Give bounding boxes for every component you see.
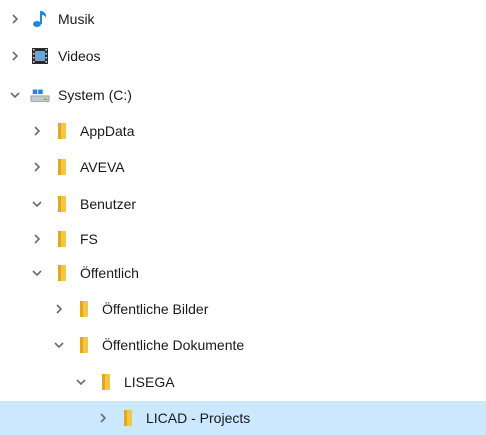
folder-icon	[96, 371, 116, 393]
chevron-right-icon[interactable]	[30, 232, 44, 246]
tree-item[interactable]: AppData	[0, 114, 486, 148]
chevron-right-icon[interactable]	[8, 49, 22, 63]
tree-item[interactable]: Musik	[0, 2, 486, 36]
tree-item-label: AppData	[80, 123, 135, 139]
folder-icon	[52, 193, 72, 215]
chevron-right-icon[interactable]	[30, 160, 44, 174]
tree-item-label: System (C:)	[58, 87, 132, 103]
folder-icon	[52, 228, 72, 250]
tree-item-label: AVEVA	[80, 159, 125, 175]
folder-icon	[52, 262, 72, 284]
folder-icon	[74, 334, 94, 356]
tree-item[interactable]: FS	[0, 222, 486, 256]
chevron-right-icon[interactable]	[8, 12, 22, 26]
chevron-down-icon[interactable]	[30, 266, 44, 280]
tree-item[interactable]: LISEGA	[0, 365, 486, 399]
tree-item[interactable]: LICAD - Projects	[0, 401, 486, 435]
tree-item[interactable]: Öffentlich	[0, 256, 486, 290]
tree-item-label: LICAD - Projects	[146, 410, 251, 426]
navigation-tree: Musik Videos System (C:) AppData AVEVA Benutz…	[0, 0, 486, 435]
tree-item-label: Benutzer	[80, 196, 137, 212]
folder-icon	[52, 120, 72, 142]
tree-item[interactable]: AVEVA	[0, 150, 486, 184]
folder-icon	[74, 298, 94, 320]
tree-item[interactable]: Öffentliche Bilder	[0, 292, 486, 326]
chevron-right-icon[interactable]	[52, 302, 66, 316]
tree-item[interactable]: Öffentliche Dokumente	[0, 328, 486, 362]
tree-item-label: FS	[80, 231, 98, 247]
chevron-right-icon[interactable]	[96, 411, 110, 425]
tree-item-label: Öffentlich	[80, 265, 139, 281]
folder-icon	[52, 156, 72, 178]
chevron-down-icon[interactable]	[30, 197, 44, 211]
tree-item[interactable]: System (C:)	[0, 78, 486, 112]
music-note-icon	[30, 8, 50, 30]
tree-item[interactable]: Videos	[0, 39, 486, 73]
drive-icon	[30, 84, 50, 106]
chevron-down-icon[interactable]	[52, 338, 66, 352]
folder-icon	[118, 407, 138, 429]
tree-item-label: Öffentliche Dokumente	[102, 337, 245, 353]
chevron-down-icon[interactable]	[74, 375, 88, 389]
tree-item[interactable]: Benutzer	[0, 187, 486, 221]
chevron-right-icon[interactable]	[30, 124, 44, 138]
tree-item-label: Videos	[58, 48, 101, 64]
chevron-down-icon[interactable]	[8, 88, 22, 102]
film-icon	[30, 45, 50, 67]
tree-item-label: LISEGA	[124, 374, 175, 390]
tree-item-label: Öffentliche Bilder	[102, 301, 209, 317]
tree-item-label: Musik	[58, 11, 95, 27]
